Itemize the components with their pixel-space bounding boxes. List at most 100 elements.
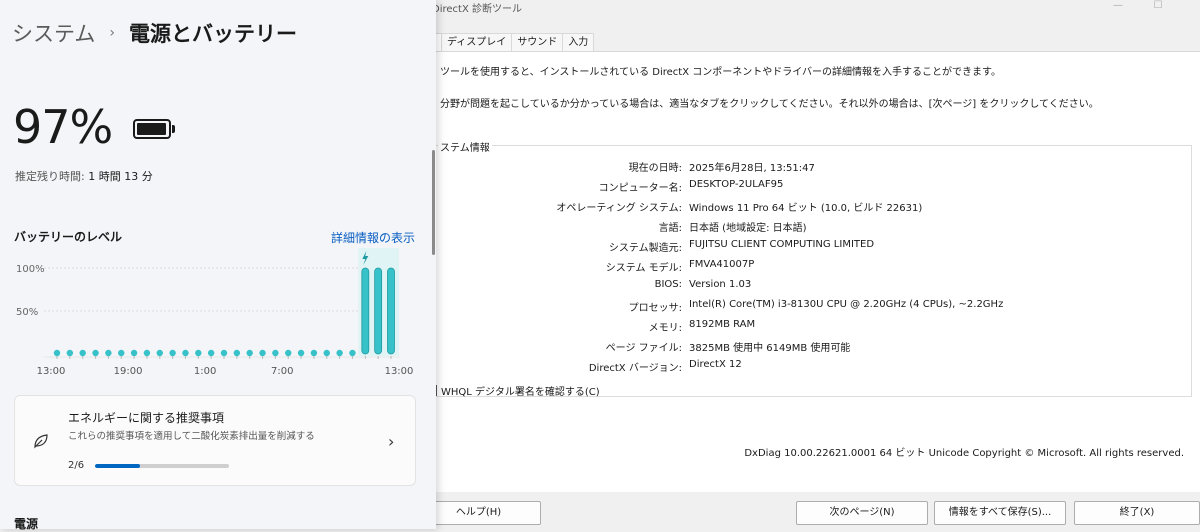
- battery-bar-empty: [195, 349, 202, 357]
- exit-button[interactable]: 終了(X): [1074, 501, 1200, 525]
- dxdiag-system-panel: ツールを使用すると、インストールされている DirectX コンポーネントやドラ…: [420, 51, 1200, 492]
- recommendations-progress-text: 2/6: [68, 460, 85, 471]
- battery-bar-empty: [169, 349, 176, 357]
- battery-bar-empty: [297, 349, 305, 357]
- remaining-label: 推定残り時間:: [15, 170, 89, 183]
- scrollbar-thumb[interactable]: [432, 150, 435, 255]
- x-tick-label: 1:00: [194, 366, 216, 377]
- info-row-datetime: 現在の日時: 2025年6月28日, 13:51:47: [420, 159, 1200, 175]
- battery-bar-empty: [182, 349, 189, 357]
- dxdiag-description-2: 分野が問題を起こしているか分かっている場合は、適当なタブをクリックしてください。…: [440, 99, 1099, 110]
- info-value: FMVA41007P: [689, 259, 755, 270]
- battery-bar-empty: [53, 349, 61, 357]
- battery-level-heading: バッテリーのレベル: [14, 230, 123, 244]
- minimize-icon[interactable]: —: [1108, 0, 1128, 12]
- recommendations-subtitle: これらの推奨事項を適用して二酸化炭素排出量を削減する: [68, 431, 315, 442]
- tab-display[interactable]: ディスプレイ: [441, 33, 513, 51]
- breadcrumb-chevron-icon: ›: [109, 25, 115, 41]
- info-row-memory: メモリ: 8192MB RAM: [420, 319, 1200, 335]
- info-row-directx-version: DirectX バージョン: DirectX 12: [420, 359, 1200, 375]
- info-row-page-file: ページ ファイル: 3825MB 使用中 6149MB 使用可能: [420, 339, 1200, 355]
- next-page-button[interactable]: 次のページ(N): [796, 501, 928, 525]
- info-value: DESKTOP-2ULAF95: [689, 179, 784, 190]
- settings-power-battery-panel: システム › 電源とバッテリー 97% 推定残り時間: 1 時間 13 分 バッ…: [0, 0, 436, 531]
- x-tick-label: 13:00: [37, 366, 66, 377]
- recommendations-progress-bar: [95, 464, 229, 468]
- energy-recommendations-card[interactable]: エネルギーに関する推奨事項 これらの推奨事項を適用して二酸化炭素排出量を削減する…: [14, 395, 416, 486]
- info-value: 日本語 (地域設定: 日本語): [689, 223, 807, 234]
- info-row-os: オペレーティング システム: Windows 11 Pro 64 ビット (10…: [420, 199, 1200, 215]
- battery-bar-empty: [130, 349, 138, 357]
- estimated-time-remaining: 推定残り時間: 1 時間 13 分: [15, 168, 153, 184]
- info-value: Version 1.03: [689, 279, 752, 290]
- info-value: Windows 11 Pro 64 ビット (10.0, ビルド 22631): [689, 203, 923, 214]
- info-row-bios: BIOS: Version 1.03: [420, 279, 1200, 295]
- battery-bar-empty: [220, 349, 228, 357]
- info-value: Intel(R) Core(TM) i3-8130U CPU @ 2.20GHz…: [689, 299, 1004, 310]
- whql-checkbox-row[interactable]: WHQL デジタル署名を確認する(C): [426, 383, 600, 398]
- info-key: システム モデル:: [605, 263, 682, 274]
- battery-bar-empty: [156, 349, 163, 357]
- whql-checkbox-label[interactable]: WHQL デジタル署名を確認する(C): [441, 383, 600, 398]
- battery-bar: [387, 267, 395, 355]
- battery-bar-empty: [143, 349, 151, 357]
- battery-bar-empty: [310, 349, 318, 357]
- battery-bar-empty: [336, 349, 343, 357]
- info-row-processor: プロセッサ: Intel(R) Core(TM) i3-8130U CPU @ …: [420, 299, 1200, 315]
- info-value: 2025年6月28日, 13:51:47: [689, 163, 815, 174]
- info-key: 現在の日時:: [628, 163, 682, 174]
- info-row-computer-name: コンピューター名: DESKTOP-2ULAF95: [420, 179, 1200, 195]
- info-key: BIOS:: [654, 279, 682, 290]
- info-value: DirectX 12: [689, 359, 742, 370]
- save-all-info-button[interactable]: 情報をすべて保存(S)...: [934, 501, 1066, 525]
- y-tick-label: 100%: [16, 264, 45, 275]
- battery-bar-empty: [66, 349, 74, 357]
- info-key: システム製造元:: [608, 243, 682, 254]
- dxdiag-description-1: ツールを使用すると、インストールされている DirectX コンポーネントやドラ…: [440, 67, 1002, 78]
- battery-level-chart: 100% 50% 13:00 19:00 1:00 7:00 13:00: [16, 248, 414, 377]
- battery-bar-empty: [79, 349, 86, 357]
- info-value: FUJITSU CLIENT COMPUTING LIMITED: [689, 239, 875, 250]
- battery-percentage: 97%: [13, 100, 113, 154]
- leaf-icon: [34, 434, 48, 449]
- info-key: 言語:: [658, 223, 682, 234]
- info-key: プロセッサ:: [628, 303, 682, 314]
- chevron-right-icon: ›: [388, 432, 395, 451]
- info-row-model: システム モデル: FMVA41007P: [420, 259, 1200, 275]
- battery-bar-empty: [105, 349, 112, 357]
- system-info-group-label: ステム情報: [438, 139, 492, 154]
- power-section-heading: 電源: [14, 517, 39, 531]
- info-key: ページ ファイル:: [605, 343, 682, 354]
- dxdiag-version-line: DxDiag 10.00.22621.0001 64 ビット Unicode C…: [744, 448, 1184, 459]
- info-key: コンピューター名:: [598, 183, 682, 194]
- battery-icon: [133, 119, 171, 139]
- info-row-manufacturer: システム製造元: FUJITSU CLIENT COMPUTING LIMITE…: [420, 239, 1200, 255]
- info-key: メモリ:: [648, 323, 682, 334]
- info-key: DirectX バージョン:: [588, 363, 682, 374]
- x-tick-label: 19:00: [114, 366, 143, 377]
- battery-bar-empty: [92, 349, 99, 357]
- maximize-icon[interactable]: ☐: [1148, 0, 1168, 12]
- battery-bar-empty: [349, 349, 356, 357]
- breadcrumb-system[interactable]: システム: [12, 18, 95, 48]
- battery-bar-empty: [118, 349, 125, 357]
- dxdiag-window-title: DirectX 診断ツール: [432, 4, 522, 15]
- battery-bar-empty: [233, 349, 241, 357]
- progress-fill: [95, 464, 140, 468]
- battery-bar-empty: [323, 349, 330, 357]
- battery-bar-empty: [272, 349, 279, 357]
- battery-bar-empty: [207, 349, 215, 357]
- recommendations-title: エネルギーに関する推奨事項: [68, 411, 225, 425]
- battery-bar-empty: [285, 349, 292, 357]
- battery-bar-empty: [259, 349, 266, 357]
- x-tick-label: 7:00: [271, 366, 293, 377]
- battery-bar: [361, 267, 370, 355]
- info-row-language: 言語: 日本語 (地域設定: 日本語): [420, 219, 1200, 235]
- info-key: オペレーティング システム:: [556, 203, 682, 214]
- x-tick-label: 13:00: [385, 366, 414, 377]
- remaining-value: 1 時間 13 分: [88, 170, 153, 183]
- show-details-link[interactable]: 詳細情報の表示: [331, 229, 415, 246]
- tab-sound[interactable]: サウンド: [511, 33, 564, 51]
- info-value: 8192MB RAM: [689, 319, 756, 330]
- tab-input[interactable]: 入力: [562, 33, 595, 51]
